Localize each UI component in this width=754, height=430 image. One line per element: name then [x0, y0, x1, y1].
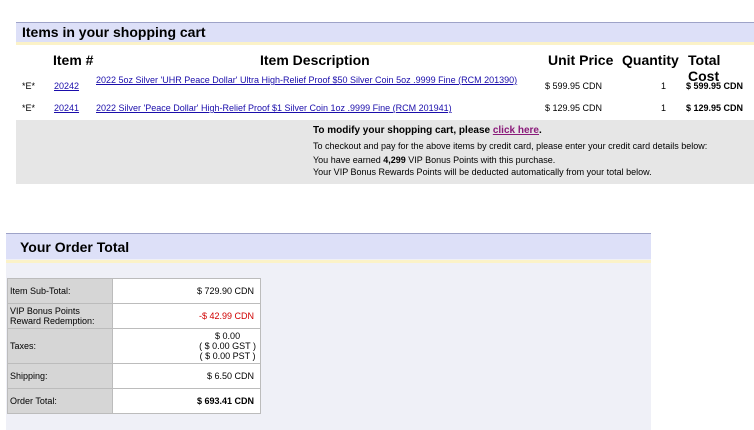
col-header-item: Item #	[53, 52, 94, 68]
order-total-row: Order Total: $ 693.41 CDN	[8, 389, 260, 413]
subtotal-value: $ 729.90 CDN	[196, 286, 254, 296]
vip-redemption-label: VIP Bonus Points Reward Redemption:	[8, 304, 113, 328]
taxes-label: Taxes:	[8, 329, 113, 363]
order-total-value: $ 693.41 CDN	[196, 396, 254, 406]
cart-header-divider	[16, 42, 754, 45]
shipping-value: $ 6.50 CDN	[206, 371, 254, 381]
vip-redemption-row: VIP Bonus Points Reward Redemption: -$ 4…	[8, 304, 260, 329]
earned-points-value: 4,299	[383, 155, 406, 165]
order-header: Your Order Total	[6, 233, 651, 259]
col-header-description: Item Description	[260, 52, 370, 68]
subtotal-row: Item Sub-Total: $ 729.90 CDN	[8, 279, 260, 304]
quantity: 1	[661, 103, 667, 113]
unit-price: $ 599.95 CDN	[545, 81, 603, 91]
total-cost: $ 599.95 CDN	[686, 81, 744, 91]
cart-notes: To modify your shopping cart, please cli…	[16, 120, 754, 184]
taxes-pst: ( $ 0.00 PST )	[199, 351, 256, 361]
earned-points-note: You have earned 4,299 VIP Bonus Points w…	[313, 155, 556, 165]
item-marker: *E*	[22, 81, 36, 91]
cart-title: Items in your shopping cart	[22, 24, 206, 40]
item-number-link[interactable]: 20241	[54, 103, 79, 113]
quantity: 1	[661, 81, 667, 91]
cart-row: *E* 20242 2022 5oz Silver 'UHR Peace Dol…	[16, 75, 754, 94]
order-title: Your Order Total	[20, 239, 130, 255]
unit-price: $ 129.95 CDN	[545, 103, 603, 113]
shipping-row: Shipping: $ 6.50 CDN	[8, 364, 260, 389]
total-cost: $ 129.95 CDN	[686, 103, 744, 113]
subtotal-label: Item Sub-Total:	[8, 279, 113, 303]
shipping-label: Shipping:	[8, 364, 113, 388]
taxes-total: $ 0.00	[215, 331, 241, 341]
order-header-divider	[6, 260, 651, 263]
col-header-quantity: Quantity	[622, 52, 679, 68]
item-number-link[interactable]: 20242	[54, 81, 79, 91]
cart-row: *E* 20241 2022 Silver 'Peace Dollar' Hig…	[16, 102, 754, 120]
points-deducted-note: Your VIP Bonus Rewards Points will be de…	[313, 167, 652, 177]
cart-header: Items in your shopping cart	[16, 22, 754, 42]
vip-redemption-value: -$ 42.99 CDN	[198, 311, 254, 321]
item-marker: *E*	[22, 103, 36, 113]
item-description-link[interactable]: 2022 5oz Silver 'UHR Peace Dollar' Ultra…	[96, 75, 536, 85]
taxes-value: $ 0.00 ( $ 0.00 GST ) ( $ 0.00 PST )	[113, 329, 260, 363]
col-header-unit-price: Unit Price	[548, 52, 614, 68]
modify-cart-note: To modify your shopping cart, please cli…	[313, 125, 542, 136]
order-summary-table: Item Sub-Total: $ 729.90 CDN VIP Bonus P…	[7, 278, 261, 414]
taxes-row: Taxes: $ 0.00 ( $ 0.00 GST ) ( $ 0.00 PS…	[8, 329, 260, 364]
taxes-gst: ( $ 0.00 GST )	[199, 341, 256, 351]
order-total-label: Order Total:	[8, 389, 113, 413]
checkout-note: To checkout and pay for the above items …	[313, 141, 708, 151]
item-description-link[interactable]: 2022 Silver 'Peace Dollar' High-Relief P…	[96, 103, 536, 113]
modify-cart-link[interactable]: click here	[493, 125, 539, 136]
